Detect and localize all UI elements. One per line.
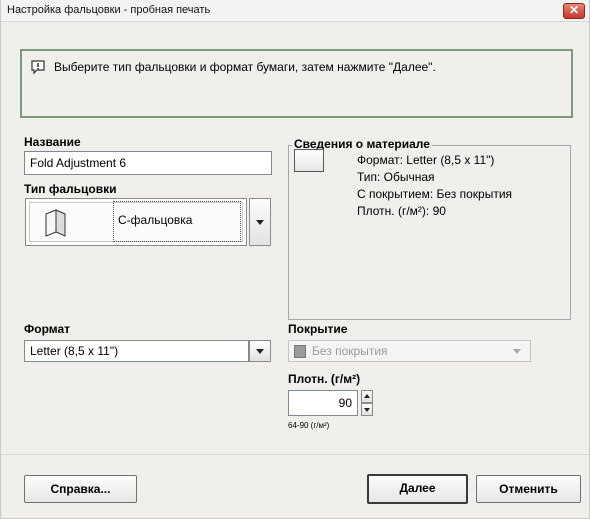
format-select[interactable]: Letter (8,5 x 11")	[24, 340, 249, 362]
fold-type-dropdown-button[interactable]	[249, 198, 271, 246]
material-weight-line: Плотн. (г/м²): 90	[357, 204, 446, 218]
dialog-window: Настройка фальцовки - пробная печать ✕ В…	[0, 0, 590, 519]
c-fold-icon	[45, 209, 66, 237]
chevron-down-icon	[256, 220, 264, 225]
weight-decrement-button[interactable]	[361, 403, 373, 416]
chevron-down-icon	[364, 408, 370, 412]
chevron-down-icon	[256, 349, 264, 354]
weight-spinner	[361, 390, 373, 416]
help-button[interactable]: Справка...	[24, 475, 137, 503]
format-value: Letter (8,5 x 11")	[30, 344, 119, 358]
paper-icon	[294, 149, 324, 172]
help-button-label: Справка...	[50, 482, 111, 496]
weight-increment-button[interactable]	[361, 390, 373, 403]
coating-select[interactable]: Без покрытия	[288, 340, 531, 362]
weight-label: Плотн. (г/м²)	[288, 372, 361, 386]
name-label: Название	[24, 135, 81, 149]
material-type-line: Тип: Обычная	[357, 170, 435, 184]
instruction-text: Выберите тип фальцовки и формат бумаги, …	[54, 60, 436, 74]
weight-input[interactable]: 90	[288, 390, 358, 416]
coating-value: Без покрытия	[312, 344, 388, 358]
chevron-down-icon	[513, 349, 521, 354]
format-dropdown-button[interactable]	[249, 340, 271, 362]
name-field[interactable]: Fold Adjustment 6	[24, 151, 272, 175]
fold-type-label: Тип фальцовки	[24, 182, 117, 196]
weight-value: 90	[338, 396, 352, 410]
window-title: Настройка фальцовки - пробная печать	[7, 4, 211, 16]
coating-label: Покрытие	[288, 322, 348, 336]
cancel-button[interactable]: Отменить	[476, 475, 581, 503]
fold-type-value: С-фальцовка	[118, 213, 193, 227]
material-coating-line: С покрытием: Без покрытия	[357, 187, 513, 201]
weight-range: 64-90 (г/м²)	[288, 421, 330, 430]
title-bar: Настройка фальцовки - пробная печать ✕	[1, 0, 589, 22]
format-label: Формат	[24, 322, 71, 336]
next-button-label: Далее	[399, 481, 436, 495]
name-value: Fold Adjustment 6	[30, 156, 127, 170]
close-icon: ✕	[568, 3, 580, 17]
material-format-line: Формат: Letter (8,5 x 11")	[357, 153, 495, 167]
close-button[interactable]: ✕	[563, 3, 585, 19]
speech-bubble-icon	[31, 60, 45, 75]
chevron-up-icon	[364, 394, 370, 398]
next-button[interactable]: Далее	[367, 474, 468, 504]
instruction-box: Выберите тип фальцовки и формат бумаги, …	[20, 49, 573, 118]
fold-type-value-box: С-фальцовка	[113, 201, 241, 242]
cancel-button-label: Отменить	[499, 482, 558, 496]
footer-divider	[1, 454, 589, 455]
coating-swatch-icon	[294, 345, 306, 358]
